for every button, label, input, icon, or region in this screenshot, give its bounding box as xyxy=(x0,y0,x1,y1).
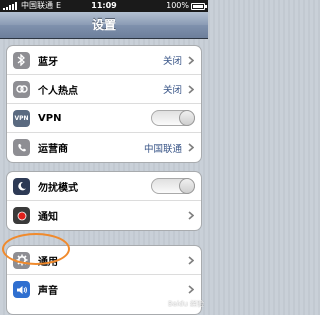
moon-icon xyxy=(13,177,30,195)
page-title: 设置 xyxy=(91,18,116,32)
settings-group-alerts: 勿扰模式 通知 xyxy=(6,171,202,231)
row-label: 运营商 xyxy=(38,144,68,155)
chevron-right-icon xyxy=(186,55,195,65)
row-label: 勿扰模式 xyxy=(38,182,78,194)
bluetooth-icon xyxy=(13,51,30,69)
status-right: 100% xyxy=(166,0,207,12)
status-bar: 中国联通 E 11:09 100% xyxy=(0,0,208,12)
row-label: 通知 xyxy=(38,212,58,223)
toggle-knob xyxy=(179,178,195,194)
row-notifications[interactable]: 通知 xyxy=(7,201,201,230)
watermark: Baidu 经验 xyxy=(167,300,204,308)
settings-group-connectivity: 蓝牙 关闭 个人热点 关闭 VPN VPN 运营商 中国联通 xyxy=(6,45,202,163)
row-bluetooth[interactable]: 蓝牙 关闭 xyxy=(7,46,201,75)
row-value: 关闭 xyxy=(162,56,182,67)
row-carrier[interactable]: 运营商 中国联通 xyxy=(7,133,201,162)
vpn-toggle[interactable] xyxy=(151,110,195,126)
carrier-phone-icon xyxy=(13,139,30,156)
battery-percent: 100% xyxy=(166,1,189,10)
row-hotspot[interactable]: 个人热点 关闭 xyxy=(7,75,201,104)
chevron-right-icon xyxy=(186,211,195,220)
toggle-knob xyxy=(179,110,195,126)
chevron-right-icon xyxy=(186,84,195,94)
row-label: 蓝牙 xyxy=(38,56,58,68)
chevron-right-icon xyxy=(186,285,195,294)
chevron-right-icon xyxy=(186,143,195,152)
vpn-icon: VPN xyxy=(13,109,30,127)
row-value: 关闭 xyxy=(162,85,182,96)
row-do-not-disturb[interactable]: 勿扰模式 xyxy=(7,172,201,201)
row-label: VPN xyxy=(38,112,62,124)
row-vpn[interactable]: VPN VPN xyxy=(7,104,201,133)
do-not-disturb-toggle[interactable] xyxy=(151,178,195,194)
nav-bar: 设置 xyxy=(0,12,208,39)
speaker-icon xyxy=(13,281,30,298)
row-value: 中国联通 xyxy=(143,143,182,155)
hotspot-icon xyxy=(13,80,30,98)
notification-icon xyxy=(13,207,30,224)
highlight-annotation xyxy=(2,233,70,265)
row-label: 个人热点 xyxy=(38,85,78,97)
battery-icon xyxy=(191,2,207,10)
row-label: 声音 xyxy=(38,286,58,297)
chevron-right-icon xyxy=(186,255,195,265)
